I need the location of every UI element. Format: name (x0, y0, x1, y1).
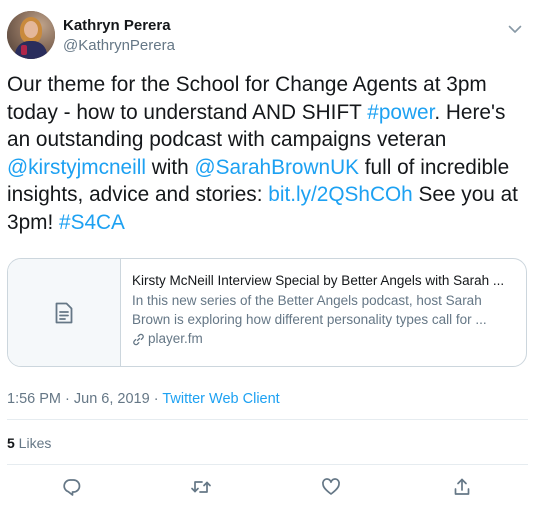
tweet-date[interactable]: Jun 6, 2019 (74, 391, 150, 407)
chevron-down-icon[interactable] (506, 20, 524, 38)
tweet-metadata: 1:56 PM · Jun 6, 2019 · Twitter Web Clie… (7, 390, 280, 408)
share-button[interactable] (449, 474, 475, 500)
author-handle[interactable]: @KathrynPerera (63, 37, 175, 55)
url-link[interactable]: bit.ly/2QShCOh (268, 183, 412, 206)
card-domain: player.fm (132, 330, 518, 348)
tweet-time[interactable]: 1:56 PM (7, 391, 61, 407)
document-icon (54, 301, 74, 325)
link-icon (132, 333, 145, 346)
avatar[interactable] (7, 11, 55, 59)
share-icon (452, 477, 472, 497)
mention-sarahbrownuk-link[interactable]: @SarahBrownUK (195, 156, 359, 179)
likes-number: 5 (7, 435, 15, 451)
divider (7, 464, 528, 465)
text-segment: with (145, 155, 195, 179)
retweet-button[interactable] (188, 474, 214, 500)
likes-label: Likes (14, 435, 52, 451)
meta-separator: · (149, 391, 163, 407)
hashtag-power-link[interactable]: #power (367, 101, 434, 124)
card-description-line: Brown is exploring how different persona… (132, 311, 487, 327)
author-name[interactable]: Kathryn Perera (63, 17, 171, 35)
tweet: Kathryn Perera @KathrynPerera Our theme … (0, 0, 535, 507)
heart-icon (321, 477, 341, 497)
hashtag-s4ca-link[interactable]: #S4CA (59, 211, 125, 234)
card-domain-text: player.fm (148, 331, 203, 346)
tweet-text: Our theme for the School for Change Agen… (7, 71, 529, 236)
card-title: Kirsty McNeill Interview Special by Bett… (132, 273, 505, 288)
mention-kirstyjmcneill-link[interactable]: @kirstyjmcneill (7, 156, 146, 179)
retweet-icon (190, 477, 212, 497)
divider (7, 419, 528, 420)
card-description-line: In this new series of the Better Angels … (132, 293, 482, 308)
action-bar (0, 474, 535, 500)
meta-separator: · (61, 391, 74, 407)
client-link[interactable]: Twitter Web Client (162, 391, 279, 407)
card-thumbnail (8, 259, 121, 366)
link-preview-card[interactable]: Kirsty McNeill Interview Special by Bett… (7, 258, 527, 367)
card-description: In this new series of the Better Angels … (132, 292, 518, 329)
likes-count[interactable]: 5 Likes (7, 434, 51, 452)
like-button[interactable] (318, 474, 344, 500)
reply-icon (62, 477, 82, 497)
reply-button[interactable] (59, 474, 85, 500)
